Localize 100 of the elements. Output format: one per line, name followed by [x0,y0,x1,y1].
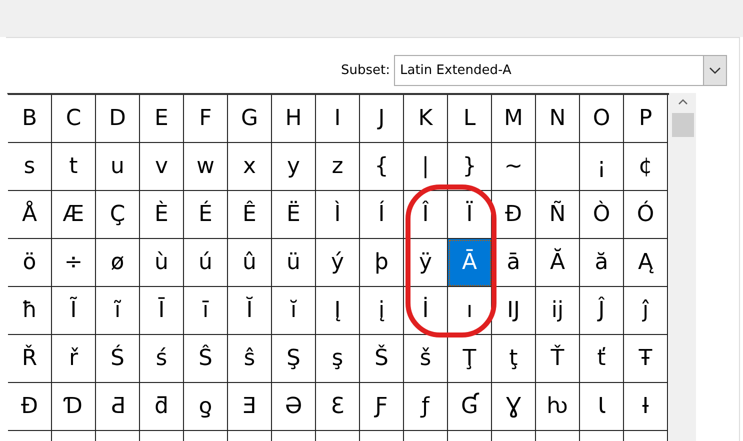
symbol-cell[interactable]: ĩ [96,287,140,335]
symbol-cell[interactable]: P [624,95,668,143]
symbol-cell[interactable]: ş [316,335,360,383]
symbol-cell[interactable]: L [448,95,492,143]
symbol-cell[interactable]: ƍ [184,383,228,431]
symbol-cell[interactable]: J [360,95,404,143]
symbol-cell[interactable]: Ƒ [360,383,404,431]
symbol-cell[interactable]: G [228,95,272,143]
symbol-cell[interactable]: ƒ [404,383,448,431]
symbol-cell[interactable]: | [404,143,448,191]
symbol-cell[interactable]: þ [360,239,404,287]
symbol-cell[interactable]: Ā [448,239,492,287]
symbol-cell[interactable]: ĳ [536,287,580,335]
symbol-cell[interactable]: C [52,95,96,143]
symbol-cell[interactable]: Ɩ [580,383,624,431]
symbol-cell[interactable]: ś [140,335,184,383]
symbol-cell[interactable]: t [52,143,96,191]
symbol-cell[interactable]: v [140,143,184,191]
symbol-cell[interactable]: Ĩ [52,287,96,335]
symbol-cell[interactable]: Ɛ [316,383,360,431]
symbol-cell[interactable]: Ť [536,335,580,383]
symbol-cell[interactable]: İ [404,287,448,335]
scroll-up-icon[interactable] [678,99,688,105]
symbol-cell[interactable]: į [360,287,404,335]
symbol-cell[interactable]: ť [580,335,624,383]
symbol-cell[interactable]: ø [96,239,140,287]
symbol-cell[interactable]: È [140,191,184,239]
symbol-cell[interactable]: Ĳ [492,287,536,335]
symbol-cell[interactable]: Î [404,191,448,239]
symbol-cell[interactable]: ý [316,239,360,287]
symbol-cell[interactable]: ü [272,239,316,287]
symbol-cell[interactable]: Š [360,335,404,383]
symbol-cell[interactable] [536,143,580,191]
symbol-cell[interactable]: ö [8,239,52,287]
symbol-cell[interactable]: ī [184,287,228,335]
symbol-cell[interactable]: Ì [316,191,360,239]
symbol-cell[interactable]: Ɨ [624,383,668,431]
symbol-cell[interactable]: w [184,143,228,191]
symbol-cell[interactable]: Ê [228,191,272,239]
symbol-cell[interactable]: ř [52,335,96,383]
symbol-cell[interactable]: Ë [272,191,316,239]
symbol-cell[interactable]: Ð [492,191,536,239]
symbol-cell[interactable]: s [8,143,52,191]
symbol-cell[interactable]: Æ [52,191,96,239]
symbol-cell[interactable]: Å [8,191,52,239]
symbol-cell[interactable]: Ɠ [448,383,492,431]
symbol-cell[interactable]: ĭ [272,287,316,335]
symbol-cell[interactable]: ~ [492,143,536,191]
symbol-cell[interactable]: ă [580,239,624,287]
symbol-cell[interactable]: ĵ [624,287,668,335]
symbol-cell[interactable]: Ř [8,335,52,383]
symbol-cell[interactable]: Ɗ [52,383,96,431]
symbol-cell[interactable]: Į [316,287,360,335]
symbol-cell[interactable]: ħ [8,287,52,335]
symbol-cell[interactable]: ţ [492,335,536,383]
symbol-cell[interactable]: Ş [272,335,316,383]
symbol-cell[interactable]: } [448,143,492,191]
symbol-cell[interactable]: H [272,95,316,143]
symbol-cell[interactable]: Ə [272,383,316,431]
scrollbar[interactable] [669,93,696,441]
symbol-cell[interactable]: Ñ [536,191,580,239]
symbol-cell[interactable]: Ç [96,191,140,239]
symbol-cell[interactable]: Ǝ [228,383,272,431]
symbol-cell[interactable]: š [404,335,448,383]
symbol-cell[interactable]: Ŝ [184,335,228,383]
symbol-cell[interactable]: D [96,95,140,143]
symbol-cell[interactable]: E [140,95,184,143]
symbol-cell[interactable]: Ƌ [96,383,140,431]
symbol-cell[interactable]: ÷ [52,239,96,287]
symbol-cell[interactable]: ù [140,239,184,287]
symbol-cell[interactable]: Ɖ [8,383,52,431]
symbol-cell[interactable]: x [228,143,272,191]
symbol-cell[interactable]: I [316,95,360,143]
symbol-cell[interactable]: Ĭ [228,287,272,335]
symbol-cell[interactable]: É [184,191,228,239]
symbol-cell[interactable]: û [228,239,272,287]
symbol-cell[interactable]: Ó [624,191,668,239]
symbol-cell[interactable]: u [96,143,140,191]
symbol-cell[interactable]: M [492,95,536,143]
symbol-cell[interactable]: O [580,95,624,143]
symbol-cell[interactable]: Ţ [448,335,492,383]
symbol-cell[interactable]: Ɣ [492,383,536,431]
symbol-cell[interactable]: Ś [96,335,140,383]
symbol-cell[interactable]: y [272,143,316,191]
symbol-cell[interactable]: B [8,95,52,143]
symbol-cell[interactable]: ŝ [228,335,272,383]
symbol-cell[interactable]: ¡ [580,143,624,191]
symbol-cell[interactable]: { [360,143,404,191]
symbol-cell[interactable]: Ą [624,239,668,287]
symbol-cell[interactable]: Ò [580,191,624,239]
subset-dropdown[interactable]: Latin Extended-A [394,55,727,86]
symbol-cell[interactable]: z [316,143,360,191]
symbol-cell[interactable]: ı [448,287,492,335]
scroll-thumb[interactable] [672,113,694,137]
symbol-cell[interactable]: ā [492,239,536,287]
symbol-cell[interactable]: N [536,95,580,143]
symbol-cell[interactable]: F [184,95,228,143]
symbol-cell[interactable]: K [404,95,448,143]
symbol-cell[interactable]: Ŧ [624,335,668,383]
symbol-cell[interactable]: Ĵ [580,287,624,335]
